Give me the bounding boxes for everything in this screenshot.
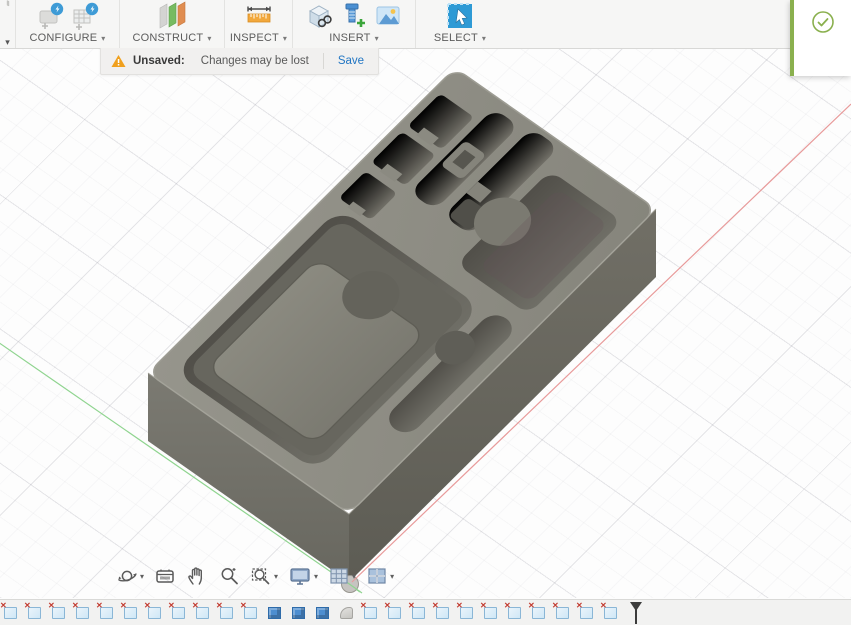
timeline-feature-suppressed[interactable] — [384, 601, 401, 619]
save-button[interactable]: Save — [324, 55, 378, 67]
insert-canvas-icon[interactable] — [374, 2, 402, 30]
timeline-feature-suppressed[interactable] — [144, 601, 161, 619]
toolbar-group-construct[interactable]: CONSTRUCT — [120, 0, 225, 48]
timeline-feature-suppressed[interactable] — [96, 601, 113, 619]
chevron-down-icon[interactable]: ▾ — [5, 37, 10, 48]
timeline-feature-suppressed[interactable] — [240, 601, 257, 619]
measure-icon[interactable] — [244, 2, 274, 30]
configure-menu-label[interactable]: CONFIGURE — [29, 32, 105, 44]
zoom-icon — [221, 568, 238, 585]
grid-icon — [330, 568, 348, 584]
toolbar-group-inspect[interactable]: INSPECT — [225, 0, 293, 48]
main-toolbar: ▾ CONFIGURE ▾ CONSTRUCT ▾ INSPECT ▾ INSE… — [0, 0, 851, 49]
timeline-feature-extrude[interactable] — [292, 606, 305, 619]
chevron-down-icon[interactable]: ▾ — [314, 572, 318, 581]
grid-settings-button[interactable]: ▾ — [325, 563, 359, 589]
timeline-feature-suppressed[interactable] — [216, 601, 233, 619]
construct-planes-icon[interactable] — [155, 1, 189, 31]
timeline-feature-suppressed[interactable] — [600, 601, 617, 619]
timeline-feature-suppressed[interactable] — [504, 601, 521, 619]
timeline-feature-extrude[interactable] — [268, 606, 281, 619]
configure-features-icon[interactable] — [37, 2, 65, 30]
timeline-track — [0, 601, 628, 619]
timeline-feature-suppressed[interactable] — [72, 601, 89, 619]
timeline-feature-suppressed[interactable] — [24, 601, 41, 619]
insert-derive-icon[interactable] — [306, 2, 334, 30]
timeline-feature-suppressed[interactable] — [432, 601, 449, 619]
timeline-feature-extrude[interactable] — [316, 606, 329, 619]
viewports-button[interactable]: ▾ — [363, 563, 397, 589]
view-navigation-bar: ▾ ▾ ▾ ▾ ▾ — [113, 563, 397, 589]
model-organizer-tray[interactable] — [147, 68, 657, 582]
unsaved-label: Unsaved: — [133, 55, 185, 67]
zoom-window-button[interactable]: ▾ — [247, 563, 281, 589]
timeline-feature-suppressed[interactable] — [552, 601, 569, 619]
timeline-playhead[interactable] — [629, 601, 643, 624]
display-settings-button[interactable]: ▾ — [285, 563, 321, 589]
zoom-button[interactable] — [215, 563, 243, 589]
unsaved-message: Changes may be lost — [200, 55, 309, 67]
toolbar-group-insert[interactable]: INSERT — [293, 0, 416, 48]
zoom-window-icon — [251, 568, 270, 585]
viewport-canvas[interactable]: ▾ ▾ ▾ ▾ ▾ — [0, 48, 851, 598]
pan-button[interactable] — [183, 563, 211, 589]
timeline-feature-suppressed[interactable] — [528, 601, 545, 619]
select-cursor-icon[interactable] — [445, 1, 475, 31]
construct-menu-label[interactable]: CONSTRUCT — [132, 32, 211, 44]
timeline-feature-suppressed[interactable] — [480, 601, 497, 619]
orbit-button[interactable]: ▾ — [113, 563, 147, 589]
chevron-down-icon[interactable]: ▾ — [140, 572, 144, 581]
insert-fastener-icon[interactable] — [340, 2, 368, 30]
look-at-button[interactable] — [151, 563, 179, 589]
insert-menu-label[interactable]: INSERT — [329, 32, 379, 44]
inspect-menu-label[interactable]: INSPECT — [230, 32, 287, 44]
viewports-icon — [368, 568, 386, 584]
timeline-feature-suppressed[interactable] — [168, 601, 185, 619]
select-menu-label[interactable]: SELECT — [434, 32, 486, 44]
timeline-feature-fillet[interactable] — [340, 606, 353, 619]
display-settings-icon — [290, 568, 310, 585]
success-toast[interactable] — [790, 0, 851, 76]
timeline-feature-suppressed[interactable] — [360, 601, 377, 619]
toolbar-group-configure[interactable]: CONFIGURE — [16, 0, 120, 48]
toolbar-group-select[interactable]: SELECT — [416, 0, 504, 48]
timeline-feature-suppressed[interactable] — [120, 601, 137, 619]
warning-icon — [111, 55, 126, 67]
orbit-icon — [118, 570, 137, 582]
chevron-down-icon[interactable]: ▾ — [390, 572, 394, 581]
chevron-down-icon[interactable]: ▾ — [274, 572, 278, 581]
timeline-feature-suppressed[interactable] — [408, 601, 425, 619]
partial-tool-icon — [6, 0, 9, 7]
timeline-feature-suppressed[interactable] — [0, 601, 17, 619]
pan-hand-icon — [188, 567, 203, 585]
timeline-bar — [0, 599, 851, 625]
scene — [0, 68, 851, 594]
check-circle-icon — [811, 11, 834, 33]
chevron-down-icon[interactable]: ▾ — [352, 572, 356, 581]
timeline-feature-suppressed[interactable] — [48, 601, 65, 619]
unsaved-notification: Unsaved: Changes may be lost Save — [100, 48, 380, 75]
timeline-feature-suppressed[interactable] — [576, 601, 593, 619]
look-at-icon — [156, 569, 174, 583]
timeline-feature-suppressed[interactable] — [456, 601, 473, 619]
toolbar-group-left-partial[interactable]: ▾ — [0, 0, 16, 48]
configure-table-icon[interactable] — [71, 2, 99, 30]
timeline-feature-suppressed[interactable] — [192, 601, 209, 619]
